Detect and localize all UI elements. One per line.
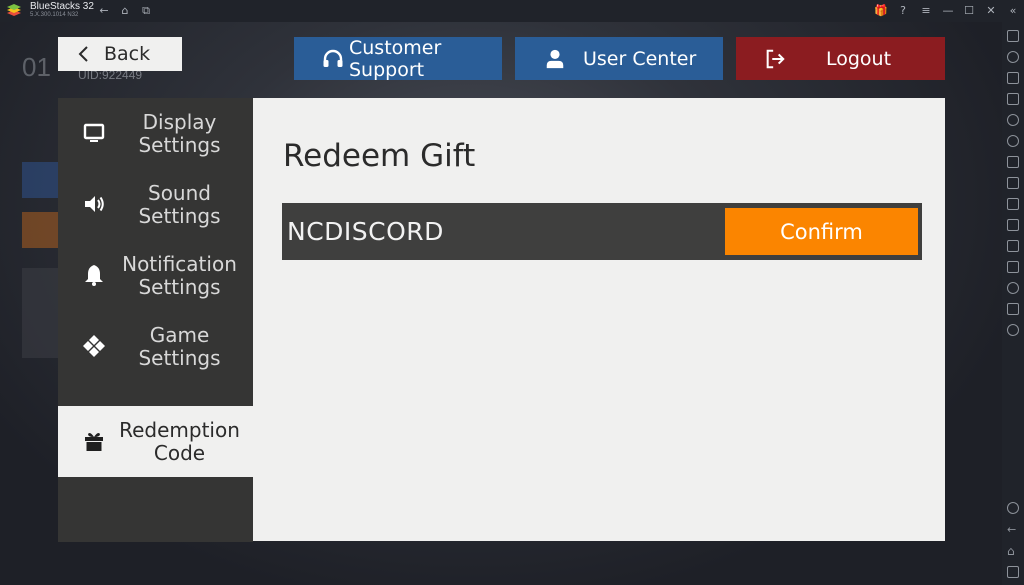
emulator-title-bar: BlueStacks 32 5.X.300.1014 N32 ← ⌂ ⧉ 🎁 ?…: [0, 0, 1024, 22]
gift-icon: [85, 433, 103, 451]
back-arrow-icon[interactable]: ←: [96, 3, 112, 19]
logout-label: Logout: [826, 47, 892, 70]
close-icon[interactable]: ✕: [983, 3, 999, 19]
chevron-left-icon: [78, 46, 88, 62]
back-button[interactable]: Back: [58, 37, 182, 71]
multi-instance-icon[interactable]: [1007, 177, 1019, 189]
bluestacks-logo-icon: [7, 4, 21, 16]
background-level-text: 01: [22, 52, 51, 82]
restore-icon[interactable]: ☐: [961, 3, 977, 19]
confirm-button[interactable]: Confirm: [725, 208, 918, 255]
apk-icon[interactable]: [1007, 240, 1019, 252]
window-title: BlueStacks 32: [30, 1, 94, 12]
redeem-gift-panel: Redeem Gift NCDISCORD Confirm: [253, 98, 945, 541]
gift-icon[interactable]: 🎁: [873, 3, 889, 19]
sidebar-item-redemption-code[interactable]: Redemption Code: [58, 406, 253, 477]
user-center-button[interactable]: User Center: [515, 37, 723, 80]
customer-support-label: Customer Support: [349, 36, 442, 81]
sidebar-item-label: Display Settings: [138, 109, 221, 157]
window-version: 5.X.300.1014 N32: [30, 12, 79, 18]
back-button-label: Back: [104, 43, 151, 65]
recents-icon[interactable]: [1007, 566, 1019, 578]
menu-icon[interactable]: ≡: [918, 3, 934, 19]
speaker-icon: [85, 196, 104, 212]
screen-record-icon[interactable]: [1007, 72, 1019, 84]
user-center-label: User Center: [583, 47, 697, 70]
emulator-side-toolbar: ← ⌂: [1002, 22, 1024, 585]
bell-icon: [85, 265, 103, 286]
gamepad-icon: [83, 335, 105, 357]
folder-icon[interactable]: [1007, 219, 1019, 231]
user-icon: [546, 49, 564, 68]
redeem-code-input[interactable]: NCDISCORD: [287, 203, 707, 260]
redeem-code-row: NCDISCORD Confirm: [282, 203, 922, 260]
background-list-icon: [22, 268, 58, 358]
speed-icon[interactable]: [1007, 324, 1019, 336]
background-edit-icon: [22, 162, 58, 198]
sidebar-item-label: Sound Settings: [138, 180, 221, 228]
back-icon[interactable]: ←: [1007, 524, 1019, 536]
sidebar-item-display-settings[interactable]: Display Settings: [58, 98, 253, 169]
logout-button[interactable]: Logout: [736, 37, 945, 80]
layers-icon[interactable]: [1007, 303, 1019, 315]
customer-support-button[interactable]: Customer Support: [294, 36, 502, 81]
settings-sidebar: Display Settings Sound Settings Notifica…: [58, 98, 253, 542]
game-screen: 01 UID:922449 Back Customer Support User…: [0, 22, 1002, 585]
home-icon[interactable]: ⌂: [117, 3, 133, 19]
sidebar-item-label: Game Settings: [138, 322, 221, 370]
location-icon[interactable]: [1007, 135, 1019, 147]
page-title: Redeem Gift: [283, 138, 476, 174]
sidebar-item-game-settings[interactable]: Game Settings: [58, 311, 253, 382]
fullscreen-icon[interactable]: [1007, 30, 1019, 42]
recent-apps-icon[interactable]: ⧉: [138, 3, 154, 19]
volume-icon[interactable]: [1007, 51, 1019, 63]
sidebar-item-notification-settings[interactable]: Notification Settings: [58, 240, 253, 311]
keyboard-icon[interactable]: [1007, 93, 1019, 105]
screenshot-icon[interactable]: [1007, 198, 1019, 210]
eco-mode-icon[interactable]: [1007, 261, 1019, 273]
headset-icon: [323, 49, 343, 67]
monitor-icon: [83, 123, 105, 142]
background-timer-icon: [22, 212, 58, 248]
settings-gear-icon[interactable]: [1007, 502, 1019, 514]
macro-icon[interactable]: [1007, 156, 1019, 168]
sidebar-item-sound-settings[interactable]: Sound Settings: [58, 169, 253, 240]
home-icon[interactable]: ⌂: [1007, 545, 1019, 557]
sidebar-item-label: Notification Settings: [122, 251, 237, 299]
collapse-icon[interactable]: «: [1005, 3, 1021, 19]
logout-icon: [766, 49, 785, 68]
minimize-icon[interactable]: —: [940, 3, 956, 19]
help-icon[interactable]: ?: [895, 3, 911, 19]
rotate-icon[interactable]: [1007, 114, 1019, 126]
sidebar-item-label: Redemption Code: [119, 417, 240, 465]
pin-icon[interactable]: [1007, 282, 1019, 294]
